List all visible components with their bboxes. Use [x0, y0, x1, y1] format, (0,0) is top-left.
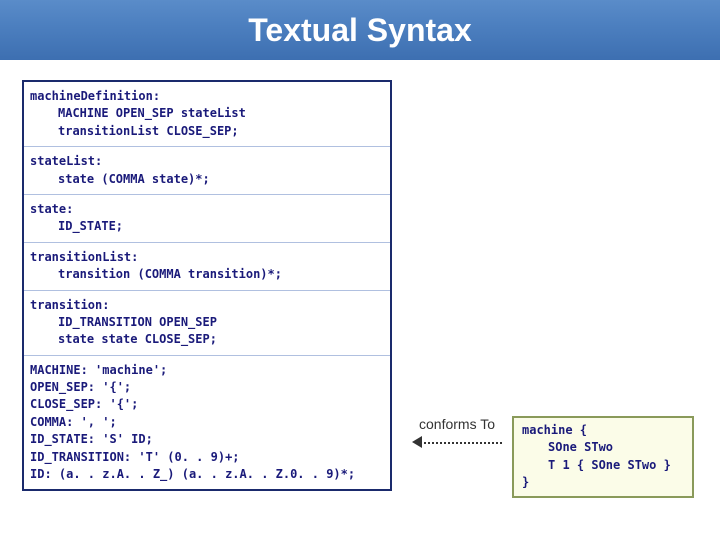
example-code-box: machine { SOne STwo T 1 { SOne STwo } } — [512, 416, 694, 498]
token-line: COMMA: ', '; — [30, 415, 117, 429]
rule-transition-list: transitionList: transition (COMMA transi… — [24, 243, 390, 291]
rule-tokens: MACHINE: 'machine'; OPEN_SEP: '{'; CLOSE… — [24, 356, 390, 490]
slide-content: machineDefinition: MACHINE OPEN_SEP stat… — [0, 60, 720, 491]
example-line: SOne STwo — [522, 439, 684, 456]
rule-name: stateList: — [30, 154, 102, 168]
example-line: } — [522, 475, 529, 489]
rule-transition: transition: ID_TRANSITION OPEN_SEP state… — [24, 291, 390, 356]
right-column: conforms To machine { SOne STwo T 1 { SO… — [412, 80, 698, 491]
conforms-to-group: conforms To machine { SOne STwo T 1 { SO… — [412, 416, 698, 498]
grammar-definition-box: machineDefinition: MACHINE OPEN_SEP stat… — [22, 80, 392, 491]
token-line: CLOSE_SEP: '{'; — [30, 397, 138, 411]
slide-title: Textual Syntax — [248, 12, 471, 49]
rule-line: ID_TRANSITION OPEN_SEP — [30, 314, 384, 331]
rule-name: transition: — [30, 298, 109, 312]
rule-name: transitionList: — [30, 250, 138, 264]
rule-state-list: stateList: state (COMMA state)*; — [24, 147, 390, 195]
token-line: ID_STATE: 'S' ID; — [30, 432, 153, 446]
rule-line: ID_STATE; — [30, 218, 384, 235]
conforms-to-label: conforms To — [412, 416, 502, 432]
rule-machine-definition: machineDefinition: MACHINE OPEN_SEP stat… — [24, 82, 390, 147]
example-line: machine { — [522, 423, 587, 437]
conforms-label-arrow: conforms To — [412, 416, 502, 450]
slide-header: Textual Syntax — [0, 0, 720, 60]
rule-line: state state CLOSE_SEP; — [30, 331, 384, 348]
rule-line: transitionList CLOSE_SEP; — [30, 123, 384, 140]
rule-line: MACHINE OPEN_SEP stateList — [30, 105, 384, 122]
token-line: ID_TRANSITION: 'T' (0. . 9)+; — [30, 450, 240, 464]
rule-name: machineDefinition: — [30, 89, 160, 103]
arrow-icon — [412, 436, 502, 450]
token-line: ID: (a. . z.A. . Z_) (a. . z.A. . Z.0. .… — [30, 467, 355, 481]
token-line: MACHINE: 'machine'; — [30, 363, 167, 377]
example-line: T 1 { SOne STwo } — [522, 457, 684, 474]
arrow-line-icon — [420, 442, 502, 444]
rule-name: state: — [30, 202, 73, 216]
rule-line: transition (COMMA transition)*; — [30, 266, 384, 283]
rule-line: state (COMMA state)*; — [30, 171, 384, 188]
rule-state: state: ID_STATE; — [24, 195, 390, 243]
token-line: OPEN_SEP: '{'; — [30, 380, 131, 394]
